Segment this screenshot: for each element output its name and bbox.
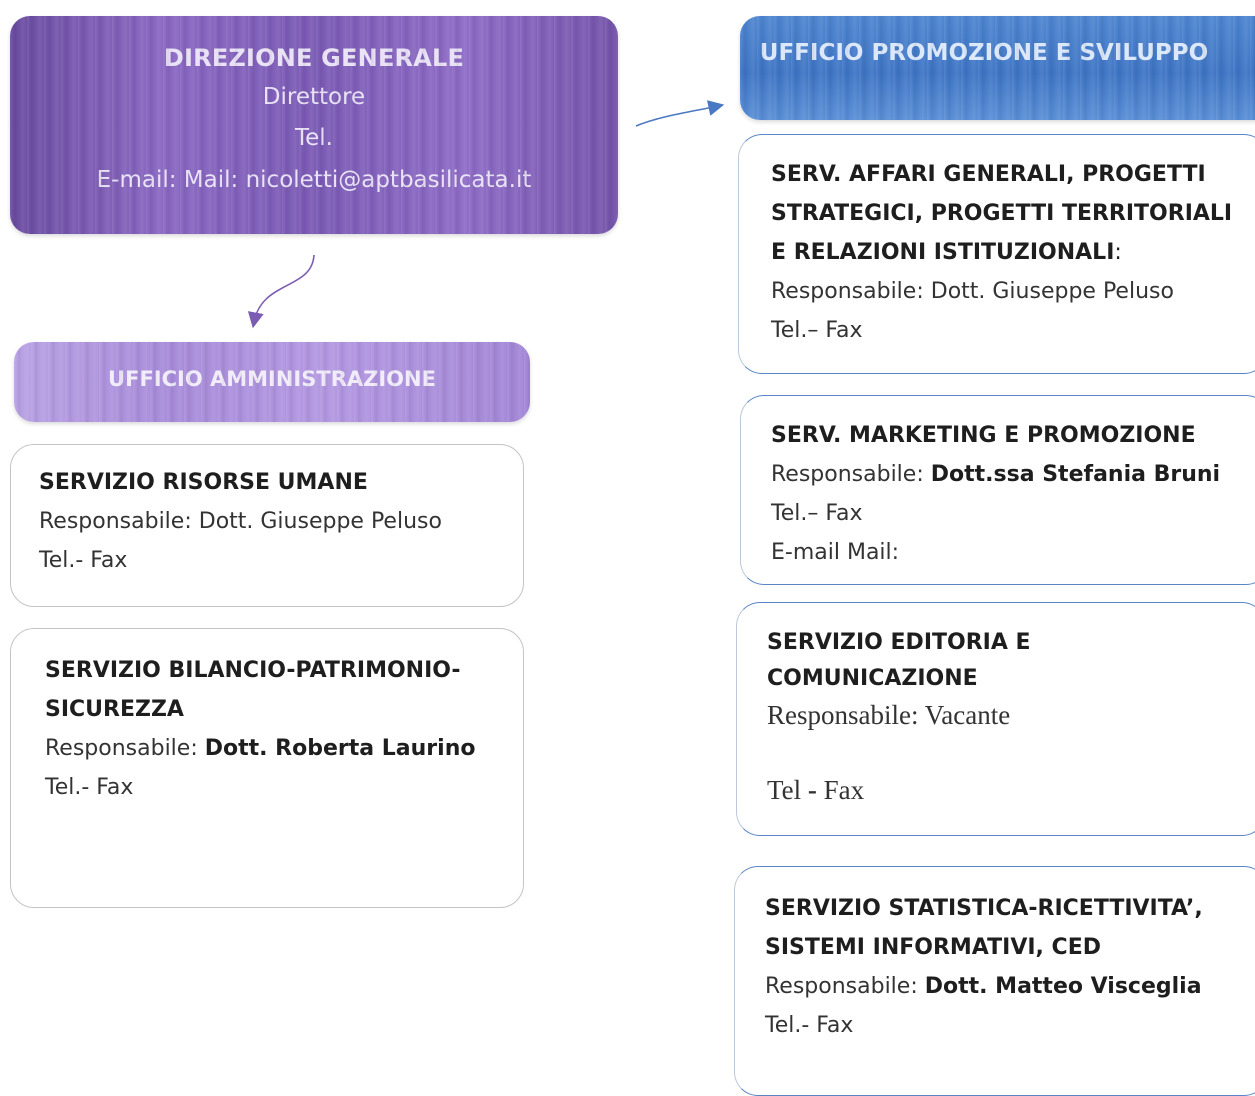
ufficio-amministrazione-header: UFFICIO AMMINISTRAZIONE (14, 342, 530, 422)
service-title: SERV. MARKETING E PROMOZIONE (771, 423, 1196, 448)
ufficio-amministrazione-title: UFFICIO AMMINISTRAZIONE (108, 367, 436, 391)
service-tel: Tel.- Fax (39, 548, 128, 573)
service-responsible: Responsabile: Dott. Matteo Visceglia (765, 974, 1202, 999)
servizio-statistica-box: SERVIZIO STATISTICA-RICETTIVITA’, SISTEM… (734, 866, 1255, 1096)
arrow-to-amministrazione (247, 254, 315, 329)
service-title-line3: E RELAZIONI ISTITUZIONALI: (771, 240, 1122, 265)
direzione-role: Direttore (262, 84, 366, 110)
servizio-editoria-box: SERVIZIO EDITORIA E COMUNICAZIONE Respon… (736, 602, 1255, 836)
direzione-title: DIREZIONE GENERALE (163, 44, 465, 72)
service-tel: Tel.- Fax (765, 1013, 854, 1038)
direzione-tel: Tel. (295, 125, 333, 151)
servizio-bilancio-box: SERVIZIO BILANCIO-PATRIMONIO- SICUREZZA … (10, 628, 524, 908)
service-title-line2: COMUNICAZIONE (767, 666, 978, 691)
service-responsible: Responsabile: Vacante (767, 700, 1011, 730)
service-title-line2: STRATEGICI, PROGETTI TERRITORIALI (771, 201, 1233, 226)
service-responsible: Responsabile: Dott. Giuseppe Peluso (771, 279, 1174, 304)
service-title-line1: SERVIZIO EDITORIA E (767, 630, 1031, 655)
service-tel: Tel.– Fax (771, 318, 863, 343)
serv-affari-generali-box: SERV. AFFARI GENERALI, PROGETTI STRATEGI… (738, 134, 1255, 374)
service-tel: Tel.- Fax (45, 775, 134, 800)
service-title: SERVIZIO RISORSE UMANE (39, 470, 368, 495)
arrow-to-promozione (635, 100, 725, 127)
direzione-generale-box: DIREZIONE GENERALE Direttore Tel. E-mail… (10, 16, 618, 234)
service-tel: Tel.– Fax (771, 501, 863, 526)
ufficio-promozione-header: UFFICIO PROMOZIONE E SVILUPPO (740, 16, 1255, 120)
service-title-line1: SERVIZIO BILANCIO-PATRIMONIO- (45, 658, 461, 683)
service-title-line1: SERVIZIO STATISTICA-RICETTIVITA’, (765, 896, 1203, 921)
service-responsible: Responsabile: Dott. Roberta Laurino (45, 736, 476, 761)
service-responsible: Responsabile: Dott. Giuseppe Peluso (39, 509, 442, 534)
service-title-line2: SISTEMI INFORMATIVI, CED (765, 935, 1101, 960)
service-email: E-mail Mail: (771, 540, 900, 565)
direzione-email: E-mail: Mail: nicoletti@aptbasilicata.it (96, 167, 532, 193)
serv-marketing-box: SERV. MARKETING E PROMOZIONE Responsabil… (740, 395, 1255, 585)
service-tel: Tel - Fax (767, 775, 865, 805)
ufficio-promozione-title: UFFICIO PROMOZIONE E SVILUPPO (759, 40, 1209, 66)
service-title-line1: SERV. AFFARI GENERALI, PROGETTI (771, 162, 1206, 187)
servizio-risorse-umane-box: SERVIZIO RISORSE UMANE Responsabile: Dot… (10, 444, 524, 607)
service-title-line2: SICUREZZA (45, 697, 184, 722)
service-responsible: Responsabile: Dott.ssa Stefania Bruni (771, 462, 1221, 487)
